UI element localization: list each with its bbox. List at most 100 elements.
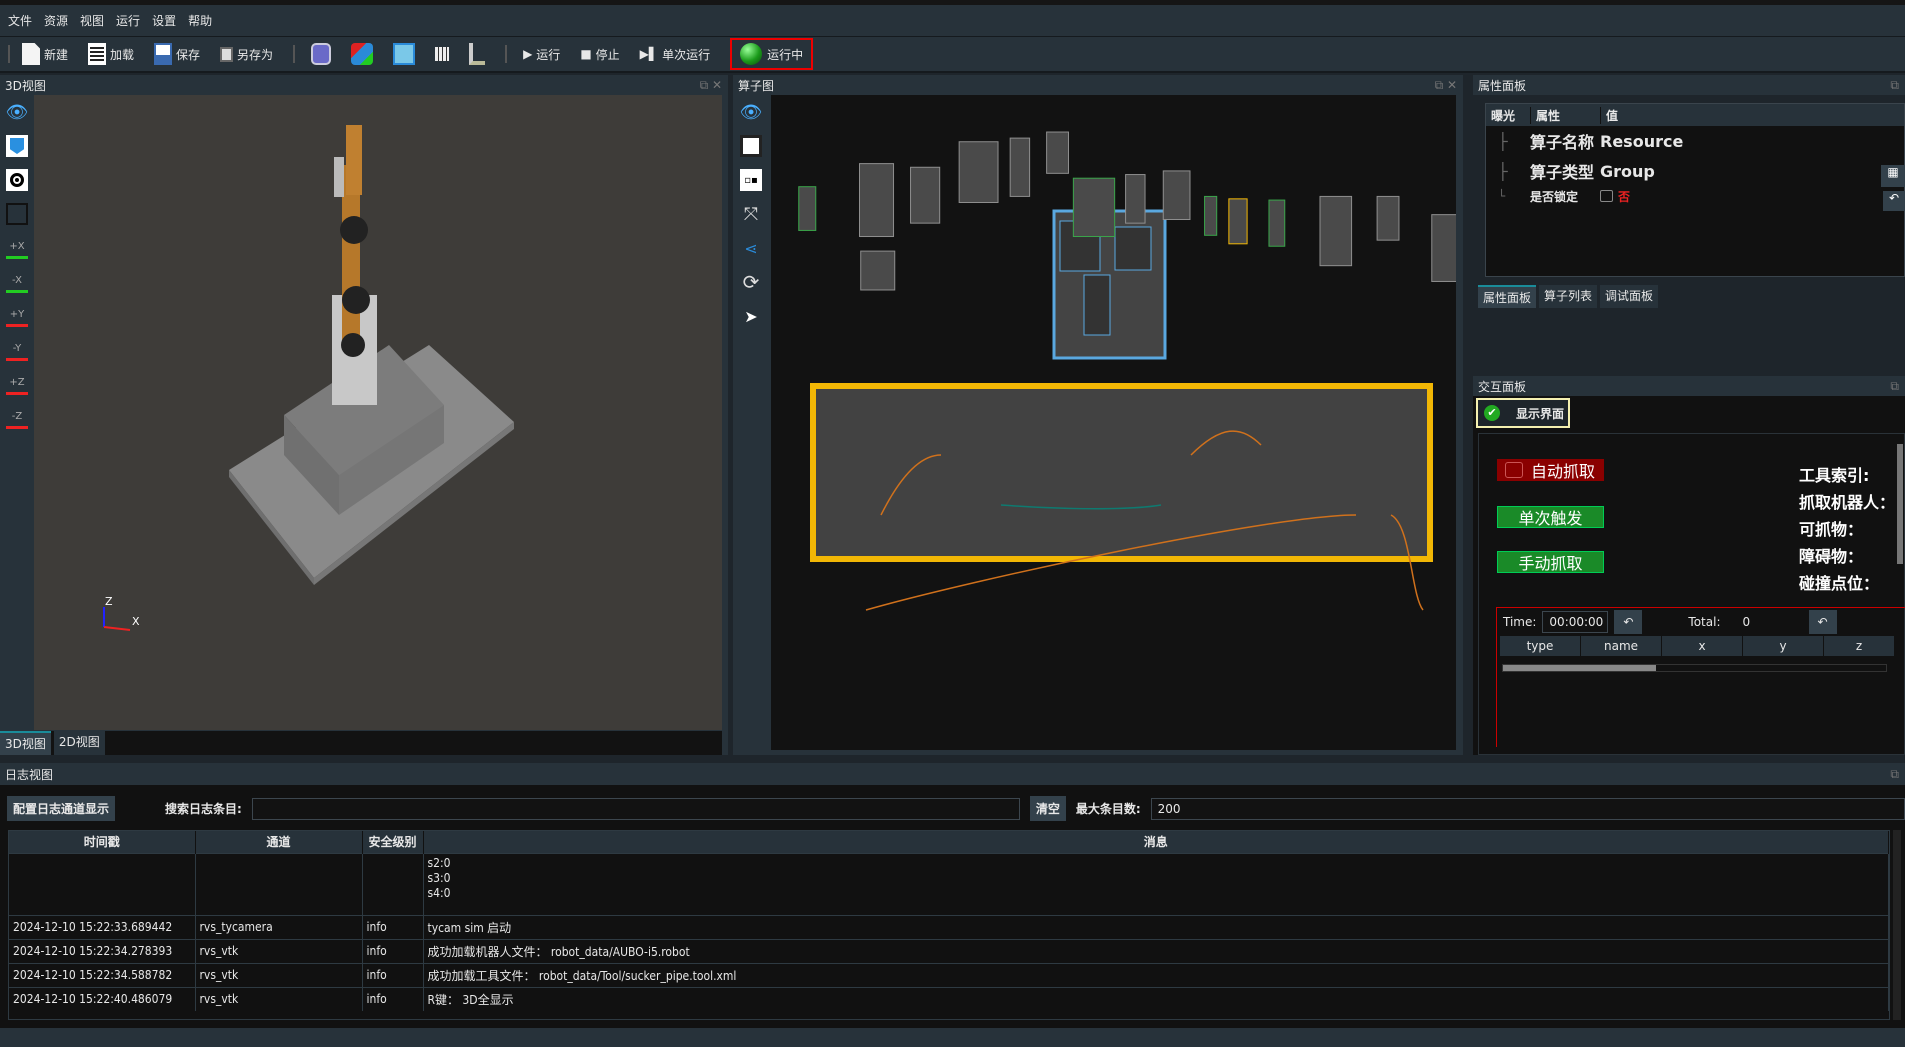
axis-z-label: Z bbox=[105, 595, 113, 608]
graph-canvas[interactable] bbox=[771, 95, 1456, 750]
show-ui-button[interactable]: ✔ 显示界面 bbox=[1476, 398, 1570, 428]
col-type: type bbox=[1500, 636, 1580, 656]
mini-node bbox=[1114, 226, 1152, 271]
float-icon[interactable]: ⧉ bbox=[1890, 379, 1899, 394]
operator-node bbox=[1228, 198, 1248, 245]
screenshot-icon[interactable] bbox=[6, 203, 28, 225]
col-z: z bbox=[1824, 636, 1894, 656]
log-row[interactable]: 2024-12-10 15:22:40.486079 rvs_vtk info R键：… bbox=[9, 986, 1889, 1011]
float-icon[interactable]: ⧉ bbox=[1890, 767, 1899, 782]
cube-icon[interactable] bbox=[6, 135, 28, 157]
interaction-header: 交互面板 ⧉ bbox=[1473, 376, 1905, 396]
prop-row-type: ├ 算子类型 Group bbox=[1498, 161, 1655, 183]
operator-node bbox=[859, 163, 895, 238]
table-view-icon[interactable]: ▦ bbox=[1881, 165, 1905, 187]
ungroup-icon[interactable]: ▫▪ bbox=[740, 169, 762, 191]
menu-settings[interactable]: 设置 bbox=[152, 12, 176, 29]
view-plus-y-icon[interactable]: +Y bbox=[6, 305, 28, 327]
single-run-button[interactable]: ▶▌ 单次运行 bbox=[640, 46, 710, 63]
prop-row-name: ├ 算子名称 Resource bbox=[1498, 131, 1684, 153]
operator-node bbox=[1376, 195, 1400, 241]
locked-checkbox[interactable] bbox=[1600, 190, 1613, 202]
stop-button[interactable]: ■ 停止 bbox=[580, 46, 619, 63]
auto-grab-checkbox[interactable]: 自动抓取 bbox=[1497, 459, 1604, 481]
magnifier-icon bbox=[311, 43, 332, 65]
refresh-icon[interactable]: ⟳ bbox=[740, 270, 762, 294]
clear-button[interactable]: 清空 bbox=[1029, 796, 1066, 821]
col-value: 值 bbox=[1600, 106, 1904, 124]
horizontal-scrollbar[interactable] bbox=[1502, 664, 1887, 672]
float-close-icons[interactable]: ⧉ ✕ bbox=[700, 78, 722, 93]
magnifier-button[interactable] bbox=[311, 43, 332, 65]
view-minus-y-icon[interactable]: -Y bbox=[6, 339, 28, 361]
tab-3d-view[interactable]: 3D视图 bbox=[0, 731, 51, 755]
time-input[interactable]: 00:00:00 bbox=[1542, 611, 1609, 633]
view-minus-z-icon[interactable]: -Z bbox=[6, 407, 28, 429]
connect-icon[interactable]: ⋖ bbox=[740, 237, 762, 259]
target-icon[interactable] bbox=[6, 169, 28, 191]
log-row[interactable]: 2024-12-10 15:22:33.689442 rvs_tycamera in… bbox=[9, 914, 1889, 939]
view3d-toolbar: 👁 +X -X +Y -Y +Z -Z bbox=[0, 95, 34, 730]
running-status: 运行中 bbox=[730, 38, 814, 70]
fit-icon[interactable]: ⤧ bbox=[740, 203, 762, 225]
robot-arm-button[interactable] bbox=[469, 43, 486, 65]
graph-header: 算子图 ⧉ ✕ bbox=[733, 75, 1463, 95]
log-table-container: 时间戳 通道 安全级别 消息 s2:0 s3:0 s4:0 2024-12-10… bbox=[8, 830, 1890, 1020]
menu-run[interactable]: 运行 bbox=[116, 12, 140, 29]
blueprint-button[interactable] bbox=[393, 43, 416, 65]
single-trigger-button[interactable]: 单次触发 bbox=[1497, 506, 1604, 528]
property-table: 曝光 属性 值 ├ 算子名称 Resource ├ 算子类型 Group └ 是否锁定否 bbox=[1485, 103, 1905, 277]
play-icon: ▶ bbox=[523, 47, 533, 61]
col-property: 属性 bbox=[1530, 106, 1600, 124]
undo-time-button[interactable]: ↶ bbox=[1614, 610, 1643, 634]
view3d-tabs: 3D视图 2D视图 bbox=[0, 731, 722, 755]
tab-2d-view[interactable]: 2D视图 bbox=[53, 731, 105, 755]
undo-total-button[interactable]: ↶ bbox=[1808, 610, 1837, 634]
menu-resource[interactable]: 资源 bbox=[44, 12, 68, 29]
new-button[interactable]: 新建 bbox=[22, 43, 68, 65]
pointer-icon[interactable]: ➤ bbox=[740, 305, 762, 327]
interaction-content: 自动抓取 单次触发 手动抓取 工具索引: 抓取机器人： 可抓物： 障碍物： 碰撞… bbox=[1478, 433, 1905, 755]
eye-icon[interactable]: 👁 bbox=[6, 101, 29, 123]
max-entries-input[interactable]: 200 bbox=[1150, 797, 1905, 820]
group-icon[interactable] bbox=[740, 135, 762, 157]
operator-node bbox=[1072, 177, 1116, 238]
new-file-icon bbox=[22, 43, 40, 65]
run-button[interactable]: ▶ 运行 bbox=[523, 46, 560, 63]
config-channels-button[interactable]: 配置日志通道显示 bbox=[7, 796, 116, 821]
status-light-icon bbox=[740, 43, 763, 65]
menu-view[interactable]: 视图 bbox=[80, 12, 104, 29]
log-row[interactable]: 2024-12-10 15:22:34.278393 rvs_vtk info 成功加… bbox=[9, 938, 1889, 963]
operator-node bbox=[860, 250, 896, 291]
properties-tabs: 属性面板 算子列表 调试面板 bbox=[1478, 285, 1659, 308]
viewport-3d[interactable]: Z X bbox=[34, 95, 722, 730]
undo-icon[interactable]: ↶ bbox=[1883, 191, 1905, 211]
load-button[interactable]: 加载 bbox=[88, 43, 134, 65]
col-x: x bbox=[1662, 636, 1742, 656]
log-row[interactable]: s2:0 s3:0 s4:0 bbox=[9, 852, 1889, 915]
manual-grab-button[interactable]: 手动抓取 bbox=[1497, 551, 1604, 573]
save-as-button[interactable]: 另存为 bbox=[220, 46, 273, 63]
tab-properties[interactable]: 属性面板 bbox=[1478, 285, 1537, 308]
view-minus-x-icon[interactable]: -X bbox=[6, 271, 28, 293]
view-plus-z-icon[interactable]: +Z bbox=[6, 373, 28, 395]
menu-file[interactable]: 文件 bbox=[8, 12, 32, 29]
list-icon bbox=[88, 43, 107, 65]
log-table: 时间戳 通道 安全级别 消息 s2:0 s3:0 s4:0 2024-12-10… bbox=[9, 831, 1889, 1011]
search-log-input[interactable] bbox=[251, 797, 1020, 820]
log-row[interactable]: 2024-12-10 15:22:34.588782 rvs_vtk info 成功加… bbox=[9, 962, 1889, 987]
float-icon[interactable]: ⧉ bbox=[1890, 78, 1899, 93]
log-scrollbar[interactable] bbox=[1893, 830, 1901, 1020]
table-button[interactable] bbox=[435, 47, 450, 61]
eye-icon[interactable]: 👁 bbox=[740, 101, 763, 123]
graph-panel: 算子图 ⧉ ✕ 👁 ▫▪ ⤧ ⋖ ⟳ ➤ bbox=[733, 75, 1463, 755]
save-button[interactable]: 保存 bbox=[154, 43, 200, 65]
view-plus-x-icon[interactable]: +X bbox=[6, 237, 28, 259]
menu-help[interactable]: 帮助 bbox=[188, 12, 212, 29]
tab-operator-list[interactable]: 算子列表 bbox=[1539, 285, 1598, 308]
float-close-icons[interactable]: ⧉ ✕ bbox=[1435, 78, 1457, 93]
shapes-button[interactable] bbox=[351, 43, 374, 65]
col-exposure: 曝光 bbox=[1491, 108, 1516, 123]
tab-debug[interactable]: 调试面板 bbox=[1600, 285, 1659, 308]
vertical-scrollbar[interactable] bbox=[1897, 444, 1903, 564]
